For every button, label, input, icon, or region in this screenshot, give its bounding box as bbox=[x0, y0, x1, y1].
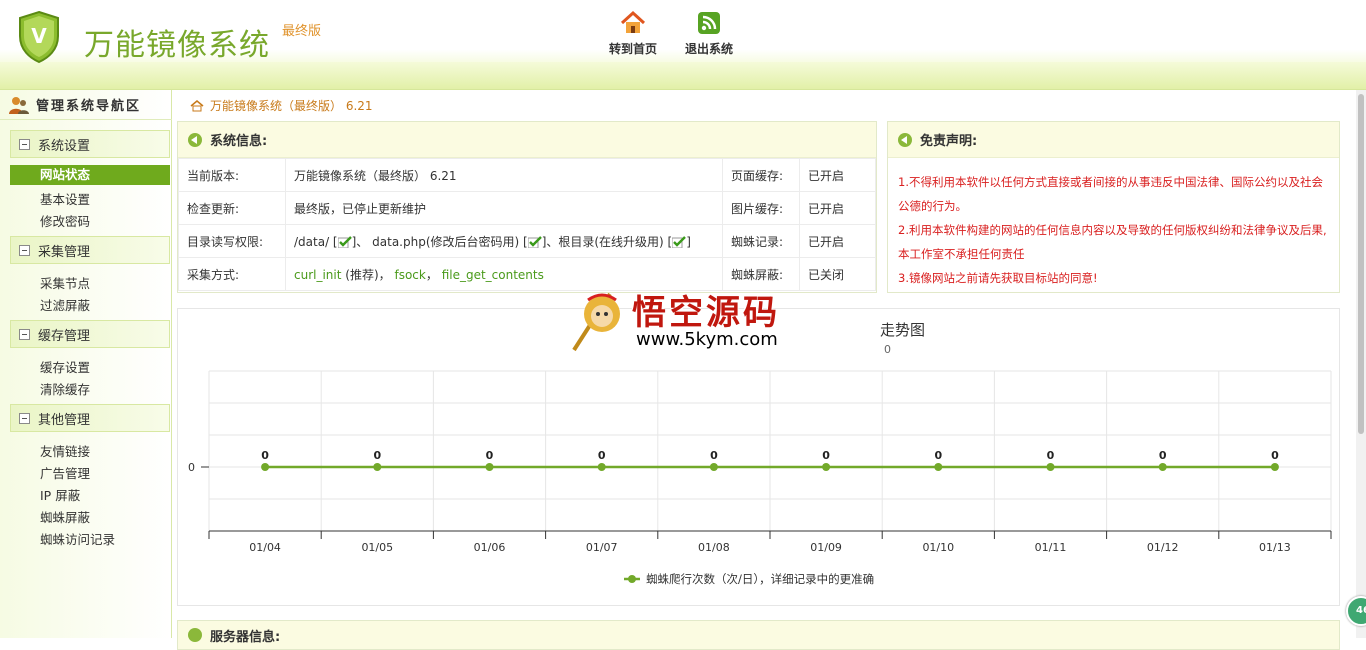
data-label: 0 bbox=[261, 449, 269, 462]
rss-exit-icon bbox=[698, 12, 720, 34]
data-point bbox=[261, 463, 270, 471]
check-icon bbox=[527, 235, 542, 248]
status-badge: 已开启 bbox=[799, 158, 876, 192]
x-tick-label: 01/11 bbox=[1035, 541, 1067, 554]
watermark-url: www.5kym.com bbox=[636, 329, 778, 350]
status-badge: 已关闭 bbox=[799, 257, 876, 291]
sidebar-group-collect[interactable]: 采集管理 bbox=[10, 236, 170, 264]
data-label: 0 bbox=[1047, 449, 1055, 462]
page-scrollbar[interactable] bbox=[1356, 90, 1366, 638]
sidebar-item-collect-nodes[interactable]: 采集节点 bbox=[40, 273, 90, 292]
table-row: 当前版本: 万能镜像系统（最终版） 6.21 页面缓存: 已开启 bbox=[178, 158, 876, 192]
sidebar-item-filter-block[interactable]: 过滤屏蔽 bbox=[40, 295, 90, 314]
shield-logo-icon: V bbox=[19, 10, 59, 64]
collapse-icon bbox=[19, 328, 30, 340]
y-tick-label: 0 bbox=[188, 461, 195, 474]
sidebar-item-spider-log[interactable]: 蜘蛛访问记录 bbox=[40, 529, 115, 548]
floating-badge[interactable]: 46 bbox=[1346, 596, 1366, 626]
data-label: 0 bbox=[710, 449, 718, 462]
data-label: 0 bbox=[934, 449, 942, 462]
data-point bbox=[1270, 463, 1279, 471]
sidebar-group-other[interactable]: 其他管理 bbox=[10, 404, 170, 432]
arrow-circle-icon bbox=[188, 628, 202, 642]
data-point bbox=[597, 463, 606, 471]
x-tick-label: 01/09 bbox=[810, 541, 842, 554]
sidebar-group-cache[interactable]: 缓存管理 bbox=[10, 320, 170, 348]
system-info-table: 当前版本: 万能镜像系统（最终版） 6.21 页面缓存: 已开启 检查更新: 最… bbox=[178, 158, 876, 291]
legend-label: 蜘蛛爬行次数（次/日），详细记录中的更准确 bbox=[646, 572, 874, 586]
data-point bbox=[822, 463, 831, 471]
breadcrumb: 万能镜像系统（最终版） 6.21 bbox=[190, 97, 373, 114]
sidebar-title: 管理系统导航区 bbox=[0, 90, 172, 120]
data-label: 0 bbox=[1271, 449, 1279, 462]
sidebar: 管理系统导航区 系统设置 网站状态 基本设置 修改密码 采集管理 采集节点 过滤… bbox=[0, 90, 172, 638]
data-point bbox=[1158, 463, 1167, 471]
watermark-brand: 悟空源码 bbox=[632, 293, 780, 333]
check-icon bbox=[672, 235, 687, 248]
data-point bbox=[485, 463, 494, 471]
system-info-panel: 系统信息: 当前版本: 万能镜像系统（最终版） 6.21 页面缓存: 已开启 检… bbox=[177, 121, 877, 293]
x-tick-label: 01/08 bbox=[698, 541, 730, 554]
x-tick-label: 01/10 bbox=[922, 541, 954, 554]
x-tick-label: 01/04 bbox=[249, 541, 281, 554]
data-point bbox=[373, 463, 382, 471]
sidebar-item-site-status[interactable]: 网站状态 bbox=[10, 165, 170, 185]
data-point bbox=[709, 463, 718, 471]
app-title: 万能镜像系统 bbox=[84, 28, 270, 63]
app-edition: 最终版 bbox=[282, 24, 322, 39]
sidebar-item-change-password[interactable]: 修改密码 bbox=[40, 211, 90, 230]
disclaimer-heading: 免责声明: bbox=[888, 122, 1339, 158]
legend-marker bbox=[628, 575, 636, 583]
x-tick-label: 01/12 bbox=[1147, 541, 1179, 554]
collapse-icon bbox=[19, 412, 30, 424]
home-small-icon bbox=[190, 99, 204, 111]
svg-text:V: V bbox=[31, 24, 47, 48]
sidebar-item-ads[interactable]: 广告管理 bbox=[40, 463, 90, 482]
sidebar-item-ip-block[interactable]: IP 屏蔽 bbox=[40, 485, 80, 504]
check-icon bbox=[337, 235, 352, 248]
nav-home-button[interactable]: 转到首页 bbox=[598, 10, 668, 57]
system-info-heading: 系统信息: bbox=[178, 122, 876, 158]
x-tick-label: 01/05 bbox=[361, 541, 393, 554]
x-tick-label: 01/13 bbox=[1259, 541, 1291, 554]
nav-logout-button[interactable]: 退出系统 bbox=[674, 10, 744, 57]
disclaimer-panel: 免责声明: 1.不得利用本软件以任何方式直接或者间接的从事违反中国法律、国际公约… bbox=[887, 121, 1340, 293]
nav-logout-label: 退出系统 bbox=[684, 42, 733, 56]
scrollbar-thumb[interactable] bbox=[1358, 94, 1364, 434]
x-tick-label: 01/07 bbox=[586, 541, 618, 554]
header-band bbox=[0, 62, 1366, 90]
sidebar-item-friend-links[interactable]: 友情链接 bbox=[40, 441, 90, 460]
server-info-heading: 服务器信息: bbox=[177, 620, 1340, 650]
sidebar-item-basic-settings[interactable]: 基本设置 bbox=[40, 189, 90, 208]
data-label: 0 bbox=[598, 449, 606, 462]
table-row: 检查更新: 最终版，已停止更新维护 图片缓存: 已开启 bbox=[178, 191, 876, 225]
collapse-icon bbox=[19, 138, 30, 150]
disclaimer-text: 1.不得利用本软件以任何方式直接或者间接的从事违反中国法律、国际公约以及社会公德… bbox=[898, 175, 1327, 285]
data-label: 0 bbox=[373, 449, 381, 462]
nav-home-label: 转到首页 bbox=[608, 42, 657, 56]
table-row: 目录读写权限: /data/ []、 data.php(修改后台密码用) []、… bbox=[178, 224, 876, 258]
sidebar-item-spider-block[interactable]: 蜘蛛屏蔽 bbox=[40, 507, 90, 526]
dir-permissions: /data/ []、 data.php(修改后台密码用) []、根目录(在线升级… bbox=[285, 224, 723, 258]
data-point bbox=[934, 463, 943, 471]
status-badge: 已开启 bbox=[799, 224, 876, 258]
home-icon bbox=[620, 10, 646, 33]
data-label: 0 bbox=[1159, 449, 1167, 462]
status-badge: 已开启 bbox=[799, 191, 876, 225]
sidebar-item-cache-settings[interactable]: 缓存设置 bbox=[40, 357, 90, 376]
data-point bbox=[1046, 463, 1055, 471]
app-header: V 万能镜像系统 最终版 转到首页 退出系统 bbox=[0, 0, 1366, 90]
collapse-icon bbox=[19, 244, 30, 256]
arrow-circle-icon bbox=[898, 132, 912, 147]
x-tick-label: 01/06 bbox=[474, 541, 506, 554]
data-label: 0 bbox=[822, 449, 830, 462]
arrow-circle-icon bbox=[188, 132, 202, 147]
sidebar-group-system[interactable]: 系统设置 bbox=[10, 130, 170, 158]
sidebar-item-clear-cache[interactable]: 清除缓存 bbox=[40, 379, 90, 398]
admin-users-icon bbox=[9, 96, 29, 114]
data-label: 0 bbox=[486, 449, 494, 462]
